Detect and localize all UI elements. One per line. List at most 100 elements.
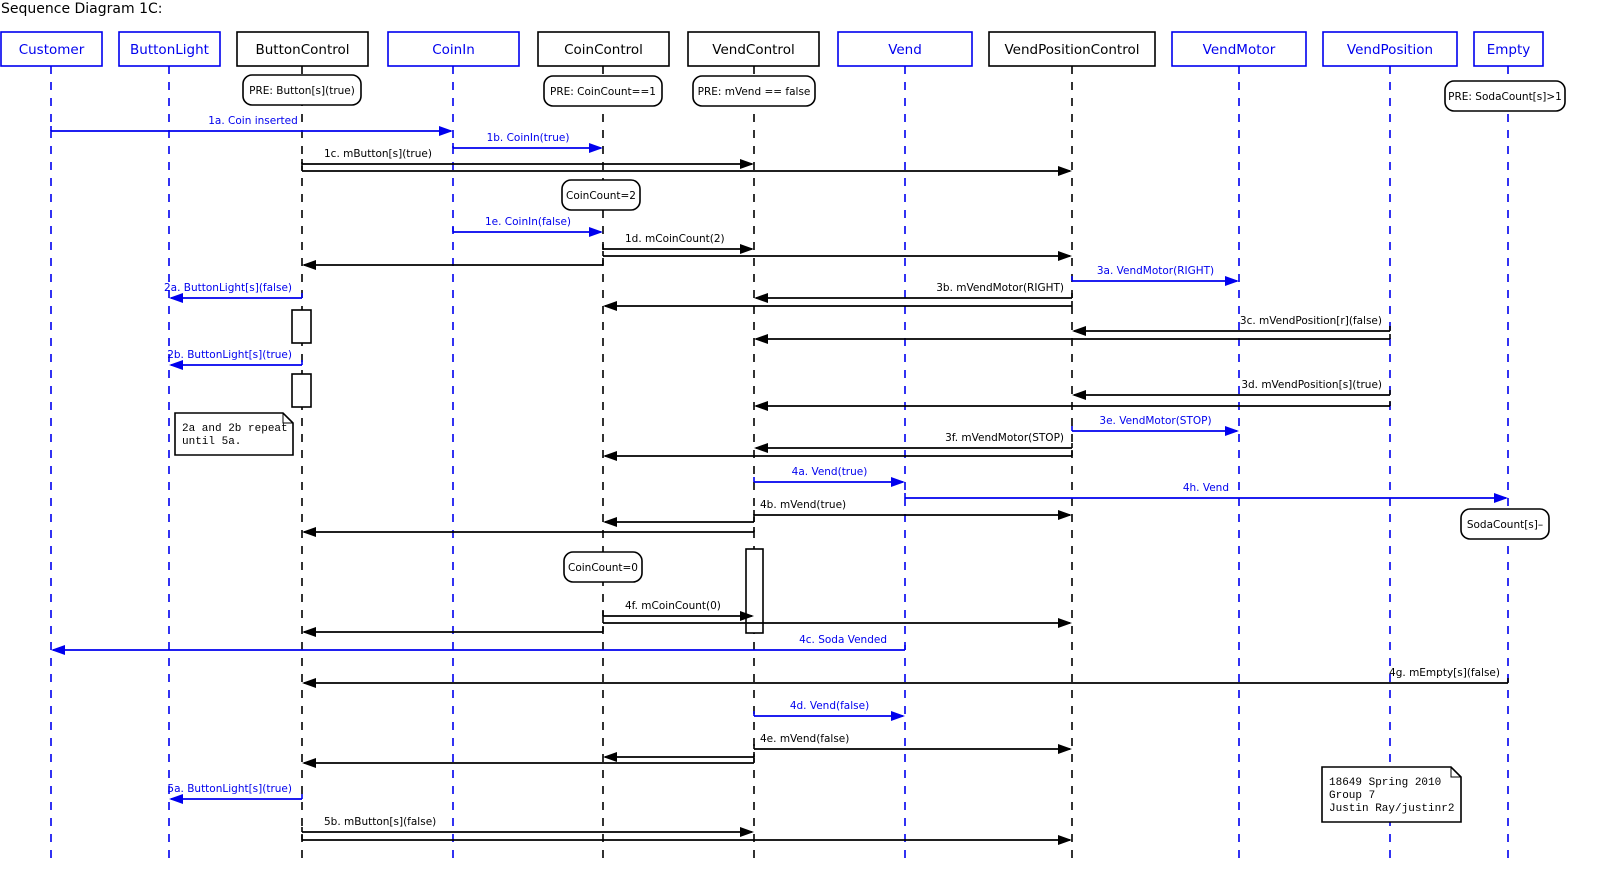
message-label: 3e. VendMotor(STOP) [1099, 415, 1211, 427]
arrowhead-icon [1058, 510, 1072, 520]
arrowhead-icon [1225, 426, 1239, 436]
arrowhead-icon [1494, 493, 1508, 503]
activation-bar [291, 373, 312, 408]
lifeline-empty: Empty [1473, 31, 1544, 862]
message-arrow: 1a. Coin inserted [50, 115, 453, 136]
state-box-label: CoinCount=0 [568, 562, 638, 574]
state-box: CoinCount=2 [561, 179, 641, 211]
lifeline-header-label: ButtonLight [130, 42, 209, 58]
arrowhead-icon [754, 293, 768, 303]
activation-bar [291, 309, 312, 344]
arrowhead-icon [740, 159, 754, 169]
state-box-label: PRE: CoinCount==1 [550, 86, 656, 98]
message-arrow: 5b. mButton[s](false) [301, 816, 754, 837]
message-arrow: 3d. mVendPosition[s](true) [1072, 379, 1391, 400]
arrowhead-icon [302, 627, 316, 637]
message-arrow [602, 251, 1072, 261]
lifeline-vendposition: VendPosition [1322, 31, 1458, 862]
message-arrow: 5a. ButtonLight[s](true) [167, 783, 303, 804]
message-label: 4c. Soda Vended [799, 634, 887, 646]
message-label: 3a. VendMotor(RIGHT) [1097, 265, 1214, 277]
message-arrow: 4d. Vend(false) [753, 700, 905, 721]
arrowhead-icon [603, 301, 617, 311]
arrowhead-icon [603, 451, 617, 461]
lifeline-vendmotor: VendMotor [1171, 31, 1307, 862]
arrowhead-icon [302, 260, 316, 270]
arrowhead-icon [589, 227, 603, 237]
message-label: 1e. CoinIn(false) [485, 216, 571, 228]
message-arrow: 3c. mVendPosition[r](false) [1072, 315, 1391, 336]
lifeline-header-label: CoinControl [564, 42, 643, 58]
message-arrow [301, 166, 1072, 176]
arrowhead-icon [1225, 276, 1239, 286]
lifeline-header-label: VendMotor [1203, 42, 1276, 58]
arrowhead-icon [740, 244, 754, 254]
message-arrow: 1b. CoinIn(true) [452, 132, 603, 153]
message-arrow: 1c. mButton[s](true) [301, 148, 754, 169]
message-label: 1c. mButton[s](true) [324, 148, 432, 160]
lifeline-header-label: CoinIn [432, 42, 475, 58]
message-arrow: 4f. mCoinCount(0) [602, 600, 754, 621]
arrowhead-icon [1058, 618, 1072, 628]
message-arrow: 3e. VendMotor(STOP) [1071, 415, 1239, 436]
lifeline-coincontrol: CoinControl [537, 31, 670, 862]
message-arrow [603, 517, 755, 527]
arrowhead-icon [439, 126, 453, 136]
message-arrow [602, 618, 1072, 628]
message-arrow: 4a. Vend(true) [753, 466, 905, 487]
arrowhead-icon [603, 752, 617, 762]
arrowhead-icon [302, 678, 316, 688]
sequence-diagram: Customer ButtonLight ButtonControl CoinIn Co… [0, 31, 1566, 862]
arrowhead-icon [302, 527, 316, 537]
message-arrow: 2b. ButtonLight[s](true) [167, 349, 303, 370]
note: 18649 Spring 2010Group 7Justin Ray/justi… [1321, 766, 1462, 823]
arrowhead-icon [754, 334, 768, 344]
arrowhead-icon [169, 293, 183, 303]
activation-bar [745, 548, 764, 634]
message-arrow [301, 835, 1072, 845]
note-line: Group 7 [1329, 790, 1375, 802]
message-label: 5b. mButton[s](false) [324, 816, 436, 828]
arrowhead-icon [169, 360, 183, 370]
message-label: 1d. mCoinCount(2) [625, 233, 725, 245]
message-label: 4b. mVend(true) [760, 499, 846, 511]
message-arrow: 3b. mVendMotor(RIGHT) [754, 282, 1073, 303]
lifeline-header-label: Vend [888, 42, 922, 58]
arrowhead-icon [51, 645, 65, 655]
message-arrow: 1e. CoinIn(false) [452, 216, 603, 237]
message-arrow: 4b. mVend(true) [753, 499, 1072, 520]
arrowhead-icon [589, 143, 603, 153]
state-box-label: SodaCount[s]– [1467, 519, 1543, 531]
arrowhead-icon [891, 711, 905, 721]
arrowhead-icon [603, 517, 617, 527]
message-arrow: 3f. mVendMotor(STOP) [754, 432, 1073, 453]
note-line: Justin Ray/justinr2 [1329, 803, 1454, 815]
state-box: PRE: mVend == false [692, 75, 816, 107]
arrowhead-icon [1058, 835, 1072, 845]
message-label: 3c. mVendPosition[r](false) [1240, 315, 1382, 327]
lifeline-customer: Customer [0, 31, 103, 862]
message-label: 3b. mVendMotor(RIGHT) [936, 282, 1064, 294]
message-label: 1a. Coin inserted [208, 115, 298, 127]
arrowhead-icon [1072, 390, 1086, 400]
state-box: PRE: SodaCount[s]>1 [1444, 80, 1566, 112]
message-arrow [302, 527, 755, 537]
state-box: PRE: Button[s](true) [242, 74, 362, 106]
message-arrow [603, 451, 1073, 461]
message-arrow: 2a. ButtonLight[s](false) [164, 282, 303, 303]
message-label: 4h. Vend [1183, 482, 1229, 494]
state-box: PRE: CoinCount==1 [543, 75, 663, 107]
message-label: 3f. mVendMotor(STOP) [945, 432, 1064, 444]
message-arrow: 1d. mCoinCount(2) [602, 233, 754, 254]
note-line: 2a and 2b repeat [182, 423, 288, 435]
message-label: 3d. mVendPosition[s](true) [1241, 379, 1382, 391]
message-arrow [302, 758, 755, 768]
lifeline-header-label: VendControl [712, 42, 794, 58]
message-label: 4d. Vend(false) [790, 700, 869, 712]
note-line: 18649 Spring 2010 [1329, 777, 1441, 789]
message-label: 2b. ButtonLight[s](true) [167, 349, 292, 361]
message-label: 4a. Vend(true) [792, 466, 868, 478]
message-arrow: 3a. VendMotor(RIGHT) [1071, 265, 1239, 286]
message-label: 4g. mEmpty[s](false) [1389, 667, 1500, 679]
message-label: 5a. ButtonLight[s](true) [167, 783, 292, 795]
